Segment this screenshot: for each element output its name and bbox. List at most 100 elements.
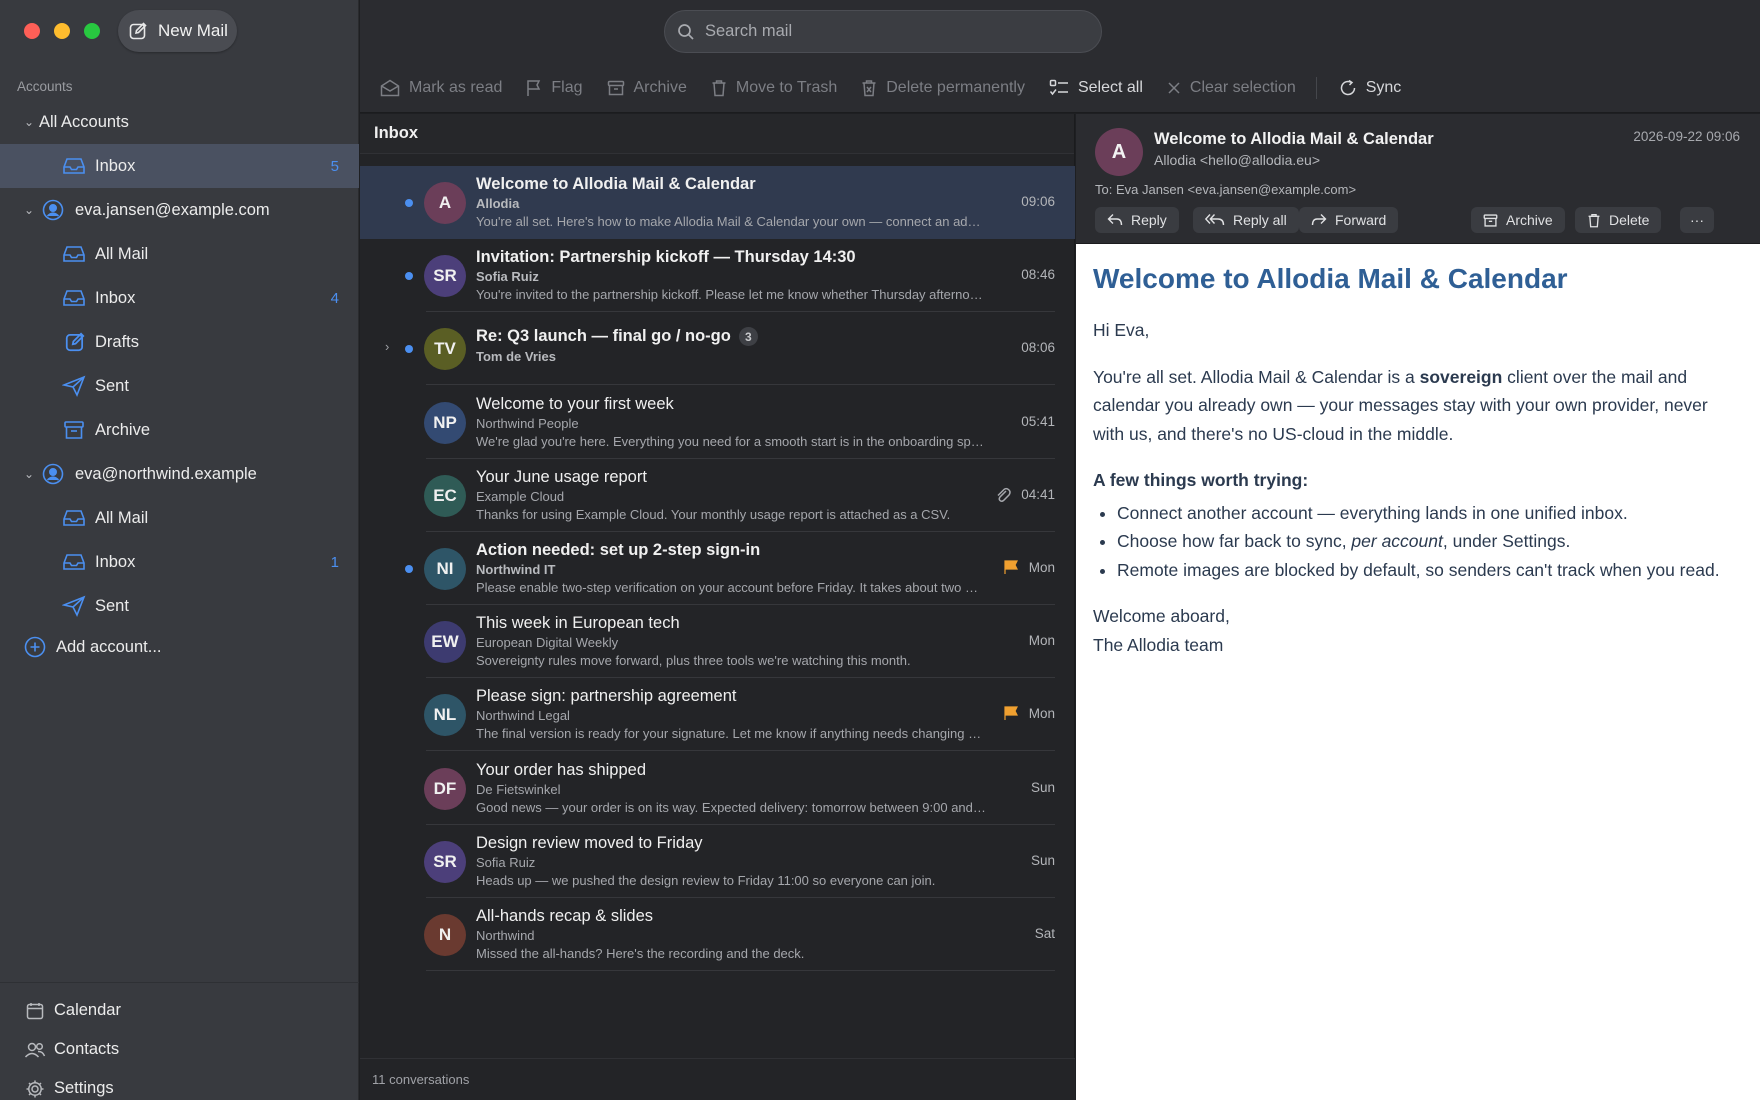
zoom-window-button[interactable] [84, 23, 100, 39]
reply-all-label: Reply all [1233, 212, 1287, 228]
message-row[interactable]: SR Invitation: Partnership kickoff — Thur… [360, 239, 1075, 313]
account-eva-northwind[interactable]: ⌄ eva@northwind.example [0, 452, 359, 496]
message-preview: We're glad you're here. Everything you n… [476, 433, 986, 449]
sidebar-item-archive[interactable]: Archive [0, 408, 359, 452]
search-input[interactable]: Search mail [664, 10, 1102, 53]
message-subject: Please sign: partnership agreement [476, 687, 737, 706]
message-list: Inbox A Welcome to Allodia Mail & Calenda… [360, 114, 1075, 1100]
body-text: Choose how far back to sync, [1117, 531, 1352, 551]
checklist-icon [1049, 79, 1068, 96]
message-subject: Welcome to Allodia Mail & Calendar [476, 175, 756, 194]
paper-plane-icon [62, 375, 86, 397]
body-heading: Welcome to Allodia Mail & Calendar [1093, 263, 1568, 294]
message-time: 08:06 [1021, 340, 1055, 356]
inbox-icon [62, 156, 86, 176]
close-icon [1168, 82, 1180, 94]
message-preview: The final version is ready for your sign… [476, 726, 986, 742]
envelope-open-icon [380, 79, 400, 97]
message-row[interactable]: EW This week in European tech European Dig… [360, 605, 1075, 679]
sync-button[interactable]: Sync [1339, 79, 1401, 97]
body-text: You're all set. Allodia Mail & Calendar … [1093, 366, 1420, 387]
message-subject: Invitation: Partnership kickoff — Thursd… [476, 248, 856, 267]
move-to-trash-button[interactable]: Move to Trash [711, 79, 837, 97]
sidebar-item-unified-inbox[interactable]: Inbox 5 [0, 144, 359, 188]
reply-button[interactable]: Reply [1095, 207, 1179, 233]
clear-selection-button[interactable]: Clear selection [1167, 79, 1296, 97]
sidebar-item-drafts[interactable]: Drafts [0, 320, 359, 364]
mark-as-read-button[interactable]: Mark as read [380, 79, 502, 97]
new-mail-button[interactable]: New Mail [118, 10, 237, 52]
sidebar-item-all-mail[interactable]: All Mail [0, 496, 359, 540]
avatar: N [424, 914, 466, 956]
message-subject: Your order has shipped [476, 761, 646, 780]
minimize-window-button[interactable] [54, 23, 70, 39]
nav-settings[interactable]: Settings [0, 1069, 359, 1100]
message-time: Sat [1034, 926, 1055, 941]
unread-count: 5 [330, 157, 339, 175]
conversation-count: 11 conversations [360, 1058, 1075, 1100]
message-preview: Heads up — we pushed the design review t… [476, 872, 936, 888]
message-row[interactable]: A Welcome to Allodia Mail & Calendar Allod… [360, 166, 1075, 239]
delete-label: Delete [1609, 212, 1650, 228]
account-eva-jansen[interactable]: ⌄ eva.jansen@example.com [0, 188, 359, 232]
sidebar-item-all-mail[interactable]: All Mail [0, 232, 359, 276]
message-row[interactable]: NL Please sign: partnership agreement Nort… [360, 678, 1075, 752]
reading-pane: A Welcome to Allodia Mail & Calendar All… [1076, 114, 1760, 1100]
select-all-button[interactable]: Select all [1049, 79, 1143, 97]
sidebar-item-sent[interactable]: Sent [0, 364, 359, 408]
list-title: Inbox [360, 114, 1074, 154]
message-row[interactable]: N All-hands recap & slides Northwind Missed… [360, 898, 1075, 971]
add-account-button[interactable]: Add account... [0, 628, 359, 666]
message-row[interactable]: › TV Re: Q3 launch — final go / no-go 3 Tom … [360, 312, 1075, 386]
gear-icon [25, 1079, 45, 1099]
paper-plane-icon [62, 595, 86, 617]
message-subject: Action needed: set up 2-step sign-in [476, 541, 760, 560]
nav-contacts[interactable]: Contacts [0, 1030, 359, 1069]
message-preview: Sovereignty rules move forward, plus thr… [476, 653, 911, 669]
message-sender: Allodia [476, 196, 520, 211]
flag-button[interactable]: Flag [526, 79, 583, 97]
forward-label: Forward [1335, 212, 1387, 228]
chevron-right-icon[interactable]: › [385, 339, 389, 354]
message-preview: Please enable two-step verification on y… [476, 580, 986, 595]
archive-button[interactable]: Archive [607, 79, 687, 97]
delete-permanently-button[interactable]: Delete permanently [861, 79, 1025, 97]
message-recipients: To: Eva Jansen <eva.jansen@example.com> [1095, 182, 1357, 197]
avatar: A [1095, 128, 1143, 176]
sidebar-item-inbox[interactable]: Inbox 4 [0, 276, 359, 320]
compose-icon [129, 22, 147, 40]
avatar: SR [424, 255, 466, 298]
delete-message-button[interactable]: Delete [1575, 207, 1662, 233]
tip-item: Connect another account — everything lan… [1117, 499, 1743, 528]
chevron-down-icon[interactable]: ⌄ [22, 203, 36, 217]
toolbar-label: Flag [551, 79, 583, 96]
sidebar-item-inbox[interactable]: Inbox 1 [0, 540, 359, 584]
message-preview: Good news — your order is on its way. Ex… [476, 799, 986, 815]
more-actions-button[interactable]: ··· [1680, 207, 1714, 233]
all-accounts-group[interactable]: ⌄ All Accounts [0, 100, 359, 144]
message-row[interactable]: SR Design review moved to Friday Sofia Rui… [360, 825, 1075, 898]
message-sender: Northwind [476, 928, 535, 943]
message-row[interactable]: NP Welcome to your first week Northwind Pe… [360, 386, 1075, 459]
flag-icon[interactable] [1003, 559, 1019, 580]
archive-message-button[interactable]: Archive [1471, 207, 1565, 233]
close-window-button[interactable] [24, 23, 40, 39]
subject-text: Welcome to your first week [476, 394, 674, 413]
flag-icon[interactable] [1003, 705, 1019, 726]
contacts-icon [24, 1040, 46, 1060]
message-row[interactable]: DF Your order has shipped De Fietswinkel Go… [360, 752, 1075, 825]
reply-all-button[interactable]: Reply all [1193, 207, 1299, 233]
calendar-icon [25, 1001, 45, 1021]
chevron-down-icon[interactable]: ⌄ [22, 115, 36, 129]
message-preview: Missed the all-hands? Here's the recordi… [476, 946, 805, 961]
user-icon [42, 199, 64, 221]
message-row[interactable]: EC Your June usage report Example Cloud Tha… [360, 459, 1075, 532]
unread-dot [405, 199, 413, 207]
nav-calendar[interactable]: Calendar [0, 991, 359, 1030]
chevron-down-icon[interactable]: ⌄ [22, 467, 36, 481]
forward-button[interactable]: Forward [1299, 207, 1399, 233]
sidebar-item-sent[interactable]: Sent [0, 584, 359, 628]
message-subject: All-hands recap & slides [476, 907, 653, 926]
message-row[interactable]: NI Action needed: set up 2-step sign-in No… [360, 532, 1075, 605]
message-time: Mon [1028, 560, 1055, 575]
